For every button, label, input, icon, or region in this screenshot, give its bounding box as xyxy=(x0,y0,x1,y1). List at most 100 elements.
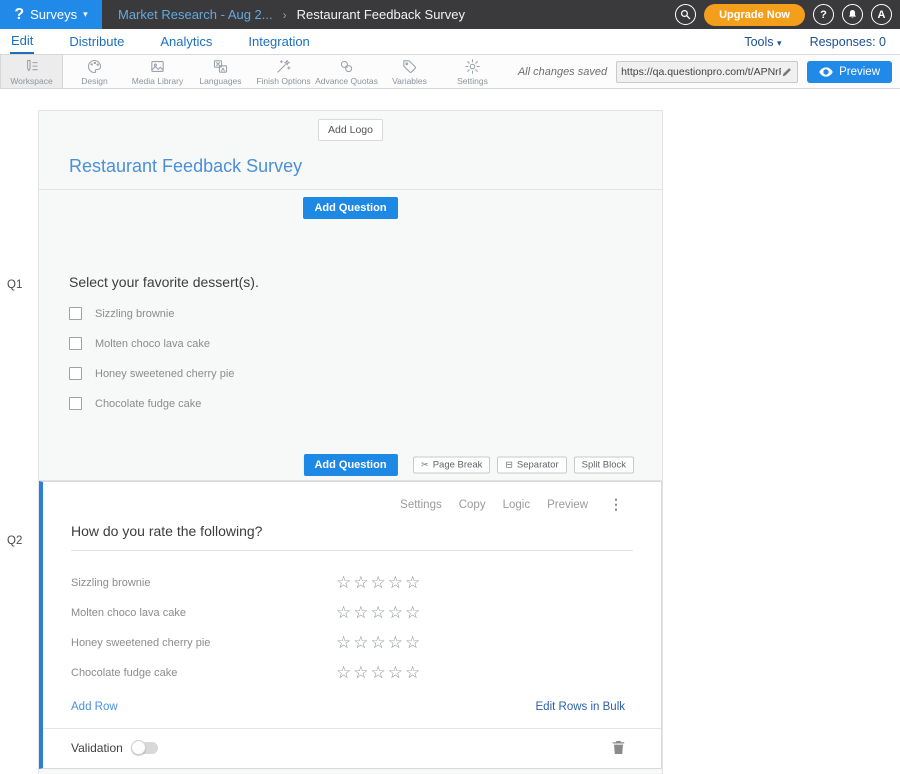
separator-button[interactable]: ⊟ Separator xyxy=(497,456,566,473)
q1-option-label[interactable]: Sizzling brownie xyxy=(95,308,174,320)
checkbox[interactable] xyxy=(69,367,82,380)
tools-menu[interactable]: Tools ▾ xyxy=(744,35,781,49)
chevron-down-icon: ▾ xyxy=(777,38,782,48)
topbar: ? Surveys ▾ Market Research - Aug 2... ›… xyxy=(0,0,900,29)
eye-icon xyxy=(819,67,833,77)
checkbox[interactable] xyxy=(69,307,82,320)
toolbar-item-workspace[interactable]: Workspace xyxy=(0,55,63,88)
search-icon xyxy=(680,9,691,20)
tab-distribute[interactable]: Distribute xyxy=(68,31,125,53)
q2-logic-link[interactable]: Logic xyxy=(503,499,531,511)
star-rating[interactable]: ☆☆☆☆☆ xyxy=(336,633,422,653)
tab-analytics[interactable]: Analytics xyxy=(159,31,213,53)
rating-row-label[interactable]: Molten choco lava cake xyxy=(71,607,336,619)
rating-row: Honey sweetened cherry pie ☆☆☆☆☆ xyxy=(71,628,633,658)
toolbar-item-variables[interactable]: Variables xyxy=(378,55,441,88)
checkbox[interactable] xyxy=(69,337,82,350)
validation-label: Validation xyxy=(71,741,123,755)
q1-option-label[interactable]: Honey sweetened cherry pie xyxy=(95,368,234,380)
survey-title[interactable]: Restaurant Feedback Survey xyxy=(69,156,632,177)
responses-count[interactable]: Responses: 0 xyxy=(810,35,886,49)
rating-row: Sizzling brownie ☆☆☆☆☆ xyxy=(71,568,633,598)
notifications-button[interactable] xyxy=(842,4,863,25)
edit-rows-in-bulk-link[interactable]: Edit Rows in Bulk xyxy=(536,701,625,713)
logo-row: Add Logo xyxy=(39,111,662,141)
wand-icon xyxy=(275,58,292,75)
rating-row-label[interactable]: Honey sweetened cherry pie xyxy=(71,637,336,649)
toolbar-item-settings[interactable]: Settings xyxy=(441,55,504,88)
nav-right: Tools ▾ Responses: 0 xyxy=(744,35,890,49)
q2-copy-link[interactable]: Copy xyxy=(459,499,486,511)
add-question-button[interactable]: Add Question xyxy=(303,197,397,219)
validation-toggle[interactable] xyxy=(132,742,158,754)
tag-icon xyxy=(401,58,418,75)
chain-icon xyxy=(338,58,355,75)
q1-option-row: Molten choco lava cake xyxy=(69,337,632,350)
star-rating[interactable]: ☆☆☆☆☆ xyxy=(336,603,422,623)
add-question-button[interactable]: Add Question xyxy=(303,454,397,476)
toolbar-item-languages[interactable]: A Languages xyxy=(189,55,252,88)
add-logo-button[interactable]: Add Logo xyxy=(318,119,383,141)
section-navbar: Edit Distribute Analytics Integration To… xyxy=(0,29,900,55)
toggle-knob xyxy=(131,740,146,755)
question-block-q1[interactable]: Select your favorite dessert(s). Sizzlin… xyxy=(39,226,662,410)
q2-settings-link[interactable]: Settings xyxy=(400,499,442,511)
rating-row-label[interactable]: Sizzling brownie xyxy=(71,577,336,589)
image-icon xyxy=(149,58,166,75)
toolbar-right: All changes saved Preview xyxy=(518,55,900,88)
star-rating[interactable]: ☆☆☆☆☆ xyxy=(336,663,422,683)
toolbar-item-advance-quotas[interactable]: Advance Quotas xyxy=(315,55,378,88)
questionpro-logo-icon: ? xyxy=(14,7,24,23)
preview-button[interactable]: Preview xyxy=(807,61,892,83)
question-block-q2[interactable]: Settings Copy Logic Preview ⋮ How do you… xyxy=(39,481,662,769)
q1-option-row: Sizzling brownie xyxy=(69,307,632,320)
scissors-icon: ✂ xyxy=(421,459,429,470)
q1-option-row: Chocolate fudge cake xyxy=(69,397,632,410)
q2-preview-link[interactable]: Preview xyxy=(547,499,588,511)
page-break-button[interactable]: ✂ Page Break xyxy=(413,456,490,473)
tab-integration[interactable]: Integration xyxy=(247,31,310,53)
breadcrumb-folder[interactable]: Market Research - Aug 2... xyxy=(118,7,273,22)
product-label: Surveys xyxy=(30,7,77,22)
split-block-button[interactable]: Split Block xyxy=(574,456,634,473)
q1-question-text[interactable]: Select your favorite dessert(s). xyxy=(69,274,632,290)
toolbar-item-media-library[interactable]: Media Library xyxy=(126,55,189,88)
separator-icon: ⊟ xyxy=(505,459,513,470)
editor-toolbar: Workspace Design Media Library A Languag… xyxy=(0,55,900,89)
translate-icon: A xyxy=(212,58,229,75)
q1-option-label[interactable]: Chocolate fudge cake xyxy=(95,398,201,410)
breadcrumb-survey-title: Restaurant Feedback Survey xyxy=(297,7,465,22)
survey-url-box xyxy=(616,61,798,83)
account-avatar[interactable]: A xyxy=(871,4,892,25)
gear-icon xyxy=(464,58,481,75)
insert-bar: Add Question ✂ Page Break ⊟ Separator xyxy=(39,769,662,774)
upgrade-now-button[interactable]: Upgrade Now xyxy=(704,4,805,26)
help-button[interactable]: ? xyxy=(813,4,834,25)
avatar-initial: A xyxy=(878,9,886,21)
edit-pencil-icon[interactable] xyxy=(781,66,793,78)
survey-url-input[interactable] xyxy=(621,66,781,78)
rating-row-label[interactable]: Chocolate fudge cake xyxy=(71,667,336,679)
search-button[interactable] xyxy=(675,4,696,25)
q2-actions: Settings Copy Logic Preview ⋮ xyxy=(43,482,661,513)
rating-row: Chocolate fudge cake ☆☆☆☆☆ xyxy=(71,658,633,688)
add-question-row-top: Add Question xyxy=(39,190,662,226)
survey-canvas: Add Logo Restaurant Feedback Survey Add … xyxy=(38,110,663,774)
tab-edit[interactable]: Edit xyxy=(10,30,34,54)
kebab-menu-icon[interactable]: ⋮ xyxy=(609,496,623,513)
checkbox[interactable] xyxy=(69,397,82,410)
surveys-menu[interactable]: ? Surveys ▾ xyxy=(0,0,102,29)
breadcrumb-separator-icon: › xyxy=(283,8,287,22)
q2-side-label: Q2 xyxy=(7,535,22,547)
add-row-link[interactable]: Add Row xyxy=(71,701,118,713)
q1-option-label[interactable]: Molten choco lava cake xyxy=(95,338,210,350)
q2-row-links: Add Row Edit Rows in Bulk xyxy=(43,688,661,728)
bell-icon xyxy=(847,9,858,20)
q2-question-text[interactable]: How do you rate the following? xyxy=(71,523,633,551)
q1-option-row: Honey sweetened cherry pie xyxy=(69,367,632,380)
toolbar-item-finish-options[interactable]: Finish Options xyxy=(252,55,315,88)
toolbar-item-design[interactable]: Design xyxy=(63,55,126,88)
star-rating[interactable]: ☆☆☆☆☆ xyxy=(336,573,422,593)
palette-icon xyxy=(86,58,103,75)
trash-icon[interactable] xyxy=(612,740,625,755)
